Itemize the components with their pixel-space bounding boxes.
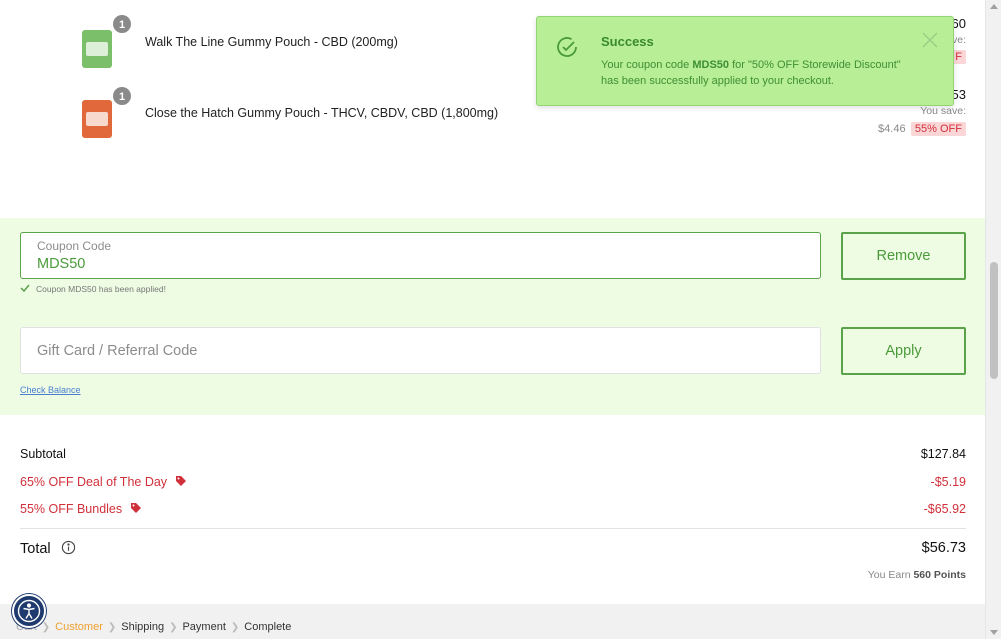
breadcrumb-complete[interactable]: Complete	[244, 621, 291, 633]
gift-card-field[interactable]	[20, 327, 821, 374]
breadcrumb-shipping[interactable]: Shipping	[121, 621, 164, 633]
you-save-label: You save:	[920, 105, 966, 117]
coupon-code-value[interactable]: MDS50	[37, 256, 85, 272]
quantity-badge: 1	[112, 86, 132, 106]
quantity-badge: 1	[112, 14, 132, 34]
subtotal-label: Subtotal	[20, 447, 66, 461]
page-scrollbar[interactable]	[985, 0, 1001, 639]
checkout-footer: Cart❯Customer❯Shipping❯Payment❯Complete	[0, 604, 985, 639]
coupon-code-field[interactable]: Coupon Code MDS50	[20, 232, 821, 279]
gift-card-input[interactable]	[21, 328, 820, 373]
product-name: Close the Hatch Gummy Pouch - THCV, CBDV…	[145, 106, 499, 120]
off-badge: 55% OFF	[910, 122, 966, 136]
coupon-code-label: Coupon Code	[37, 239, 112, 253]
old-price: $4.46	[878, 123, 906, 135]
tag-icon	[176, 476, 187, 486]
check-circle-icon	[557, 37, 577, 57]
scroll-up-arrow[interactable]	[990, 4, 998, 9]
product-thumbnail	[80, 94, 114, 138]
points-value: 560 Points	[913, 569, 966, 581]
discount-value: -$65.92	[923, 502, 966, 516]
accessibility-button[interactable]	[12, 594, 46, 628]
success-toast: Success Your coupon code MDS50 for "50% …	[536, 16, 954, 106]
coupon-applied-note: Coupon MDS50 has been applied!	[20, 283, 166, 294]
scroll-thumb[interactable]	[990, 262, 998, 379]
breadcrumb-payment[interactable]: Payment	[182, 621, 225, 633]
accessibility-icon	[17, 599, 41, 623]
totals-divider	[20, 528, 966, 529]
product-name: Walk The Line Gummy Pouch - CBD (200mg)	[145, 35, 398, 49]
discount-value: -$5.19	[930, 475, 966, 489]
points-earned: You Earn 560 Points	[867, 569, 966, 581]
close-icon[interactable]	[921, 31, 939, 49]
discount-label: 65% OFF Deal of The Day	[20, 475, 168, 489]
remove-coupon-button[interactable]: Remove	[841, 232, 966, 280]
breadcrumb: Cart❯Customer❯Shipping❯Payment❯Complete	[16, 621, 291, 633]
total-value: $56.73	[921, 540, 966, 556]
product-thumbnail	[80, 24, 114, 68]
total-label: Total	[20, 541, 51, 557]
coupon-panel: Coupon Code MDS50 Remove Coupon MDS50 ha…	[0, 218, 985, 415]
breadcrumb-customer[interactable]: Customer	[55, 621, 103, 633]
check-balance-link[interactable]: Check Balance	[20, 385, 81, 395]
tag-icon	[131, 503, 142, 513]
apply-gift-card-button[interactable]: Apply	[841, 327, 966, 375]
scroll-down-arrow[interactable]	[990, 630, 998, 635]
discount-label: 55% OFF Bundles	[20, 502, 123, 516]
info-icon[interactable]	[61, 540, 76, 555]
coupon-code-text: MDS50	[692, 59, 730, 71]
check-icon	[20, 284, 30, 293]
subtotal-value: $127.84	[920, 447, 966, 461]
toast-message: Your coupon code MDS50 for "50% OFF Stor…	[601, 59, 901, 87]
toast-title: Success	[601, 34, 654, 49]
